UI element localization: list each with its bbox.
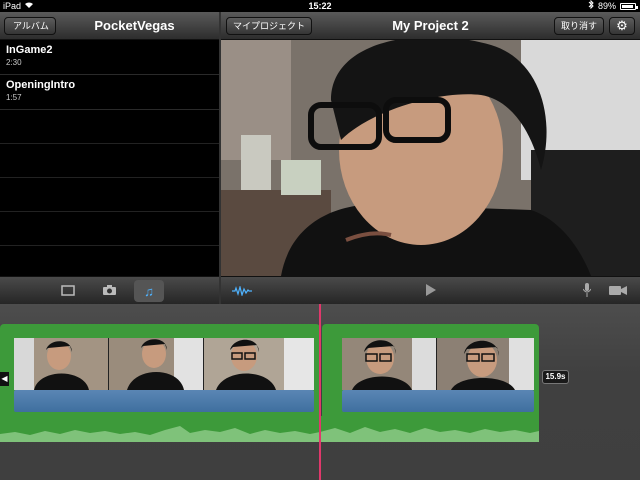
bluetooth-icon [588,0,594,12]
video-tab-icon [61,284,75,299]
empty-row [0,110,219,144]
preview-frame [221,40,640,276]
status-bar: iPad 15:22 89% [0,0,640,12]
album-title: PocketVegas [94,18,175,33]
video-camera-icon [609,284,627,299]
settings-button[interactable]: ⚙ [609,17,635,35]
audio-waveform [0,416,539,442]
voiceover-button[interactable] [572,280,602,302]
photo-tab-button[interactable] [94,280,124,302]
media-duration: 2:30 [6,58,22,67]
play-icon [425,283,436,299]
thumbnail [109,338,204,390]
empty-row [0,212,219,246]
play-button[interactable] [415,280,445,302]
thumbnail [437,338,534,390]
gear-icon: ⚙ [616,18,628,33]
media-browser: アルバム PocketVegas InGame2 2:30 OpeningInt… [0,12,219,276]
microphone-icon [582,282,592,300]
empty-row [0,144,219,178]
clock: 15:22 [308,1,332,11]
camera-icon [102,284,117,299]
media-duration: 1:57 [6,93,22,102]
list-item[interactable]: OpeningIntro 1:57 [0,75,219,110]
video-preview[interactable] [221,40,640,276]
media-type-toolbar: ♫ [0,276,219,304]
music-tab-button[interactable]: ♫ [134,280,164,302]
clip-thumbnails [342,338,534,390]
preview-toolbar [221,276,640,304]
media-name: InGame2 [6,44,53,56]
list-item[interactable]: InGame2 2:30 [0,40,219,75]
project-nav: マイプロジェクト My Project 2 取り消す ⚙ [221,12,640,40]
clip-duration-badge: 15.9s [542,370,569,384]
media-browser-nav: アルバム PocketVegas [0,12,219,40]
clip-audio-track [342,390,534,412]
battery-percent: 89% [597,1,616,11]
albums-back-button[interactable]: アルバム [4,17,56,35]
battery-icon [620,2,638,10]
project-timeline[interactable]: ◀ 15.9s [0,304,640,480]
empty-row [0,178,219,212]
video-tab-button[interactable] [53,280,83,302]
thumbnail [204,338,314,390]
media-list: InGame2 2:30 OpeningIntro 1:57 [0,40,219,276]
music-note-icon: ♫ [144,283,154,299]
playhead[interactable] [319,304,321,480]
undo-button[interactable]: 取り消す [553,17,604,35]
media-name: OpeningIntro [6,79,76,91]
scroll-left-arrow[interactable]: ◀ [0,372,9,386]
thumbnail [342,338,437,390]
thumbnail [14,338,109,390]
clip-thumbnails [14,338,314,390]
waveform-icon [232,284,252,299]
clip-audio-track [14,390,314,412]
audio-waveform-button[interactable] [227,280,257,302]
camera-record-button[interactable] [603,280,633,302]
